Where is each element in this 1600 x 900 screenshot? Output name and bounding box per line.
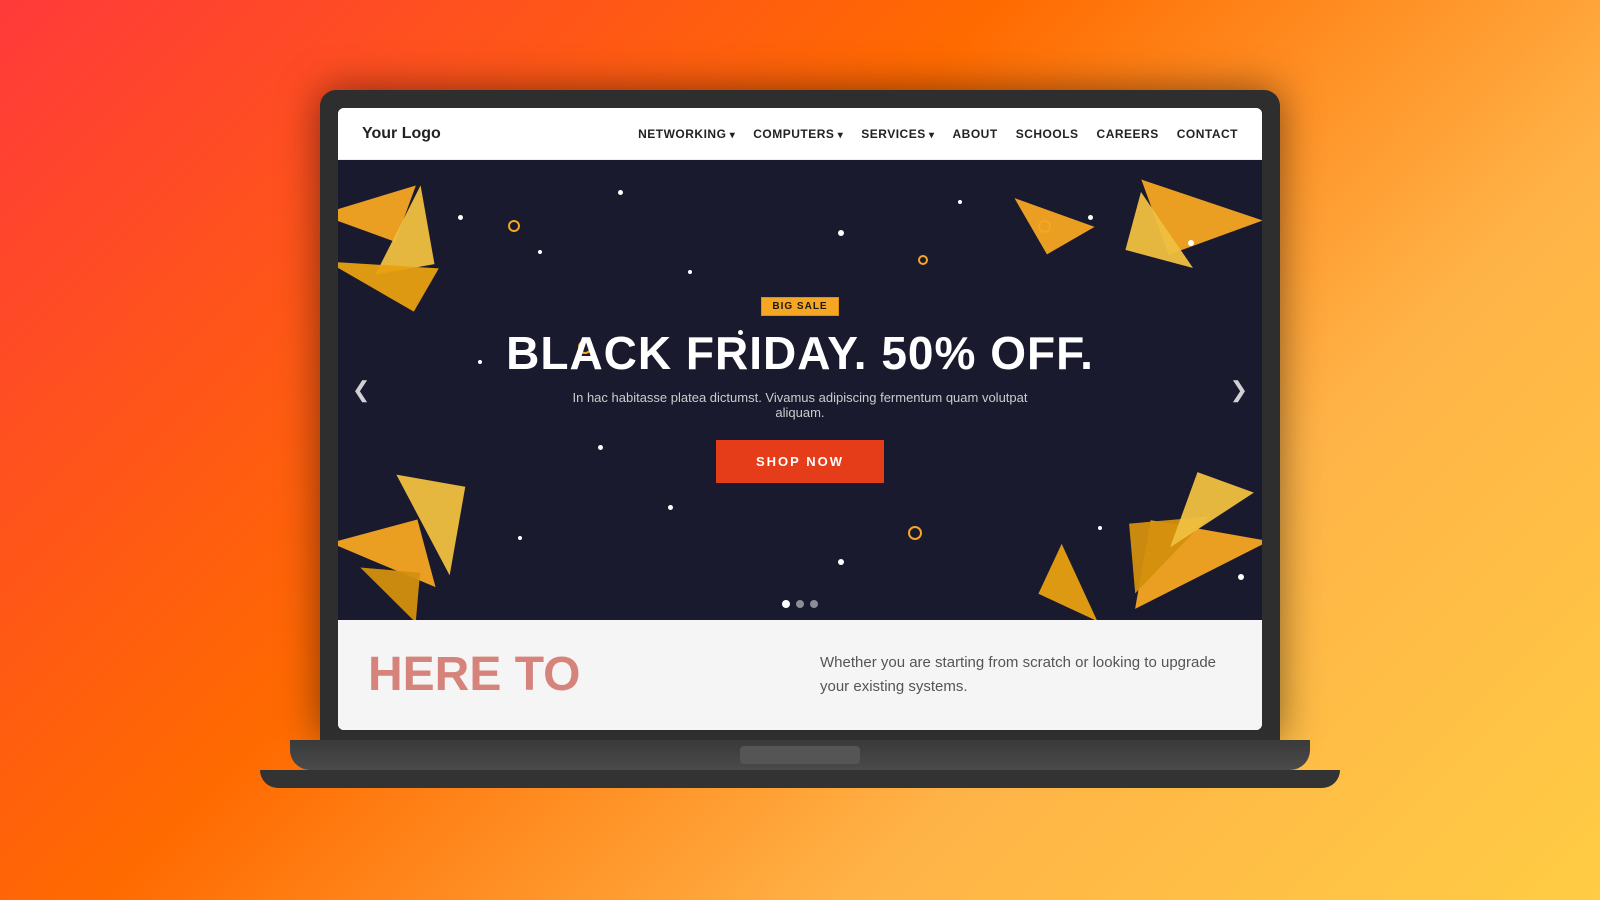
deco-dot [1098, 526, 1102, 530]
laptop-bottom [260, 770, 1340, 788]
hero-subtitle: In hac habitasse platea dictumst. Vivamu… [550, 390, 1050, 420]
shop-now-button[interactable]: SHOP NOW [716, 440, 884, 483]
deco-ring [1038, 220, 1051, 233]
nav-items: NETWORKING COMPUTERS SERVICES ABOUT SCHO… [638, 127, 1238, 141]
laptop-container: Your Logo NETWORKING COMPUTERS SERVICES … [290, 90, 1310, 810]
laptop-bezel: Your Logo NETWORKING COMPUTERS SERVICES … [320, 90, 1280, 740]
deco-dot [838, 230, 844, 236]
nav-item-networking[interactable]: NETWORKING [638, 127, 735, 141]
hero-title: BLACK FRIDAY. 50% OFF. [506, 328, 1094, 379]
deco-dot [668, 505, 673, 510]
deco-dot [958, 200, 962, 204]
below-hero-right: Whether you are starting from scratch or… [820, 651, 1232, 699]
deco-dot [1238, 574, 1244, 580]
deco-dot [1188, 240, 1194, 246]
nav-item-about[interactable]: ABOUT [953, 127, 998, 141]
deco-dot [458, 215, 463, 220]
slider-dot-1[interactable] [782, 600, 790, 608]
navbar: Your Logo NETWORKING COMPUTERS SERVICES … [338, 108, 1262, 160]
nav-item-computers[interactable]: COMPUTERS [753, 127, 843, 141]
nav-item-schools[interactable]: SCHOOLS [1016, 127, 1079, 141]
nav-logo[interactable]: Your Logo [362, 125, 441, 143]
deco-triangle [381, 475, 466, 576]
below-hero-left: HERE TO [368, 651, 780, 699]
deco-triangle [1014, 171, 1094, 255]
laptop-trackpad [740, 746, 860, 764]
deco-dot [478, 360, 482, 364]
below-hero-title: HERE TO [368, 651, 780, 699]
nav-item-careers[interactable]: CAREERS [1097, 127, 1159, 141]
slider-dot-2[interactable] [796, 600, 804, 608]
deco-ring [918, 255, 928, 265]
below-hero-section: HERE TO Whether you are starting from sc… [338, 620, 1262, 730]
deco-triangle [1038, 544, 1120, 620]
deco-triangle [356, 567, 420, 620]
hero-section: BIG SALE BLACK FRIDAY. 50% OFF. In hac h… [338, 160, 1262, 620]
slider-dot-3[interactable] [810, 600, 818, 608]
laptop-base [290, 740, 1310, 770]
slider-next-arrow[interactable]: ❯ [1230, 377, 1248, 403]
deco-dot [1088, 215, 1093, 220]
laptop-screen: Your Logo NETWORKING COMPUTERS SERVICES … [338, 108, 1262, 730]
deco-dot [688, 270, 692, 274]
hero-content: BIG SALE BLACK FRIDAY. 50% OFF. In hac h… [506, 297, 1094, 484]
hero-badge: BIG SALE [761, 297, 838, 316]
nav-item-services[interactable]: SERVICES [861, 127, 934, 141]
nav-item-contact[interactable]: CONTACT [1177, 127, 1238, 141]
deco-dot [838, 559, 844, 565]
deco-dot [618, 190, 623, 195]
below-hero-text: Whether you are starting from scratch or… [820, 651, 1232, 699]
deco-ring [508, 220, 520, 232]
slider-prev-arrow[interactable]: ❮ [352, 377, 370, 403]
slider-dots [782, 600, 818, 608]
deco-dot [538, 250, 542, 254]
deco-dot [518, 536, 522, 540]
deco-ring [908, 526, 922, 540]
